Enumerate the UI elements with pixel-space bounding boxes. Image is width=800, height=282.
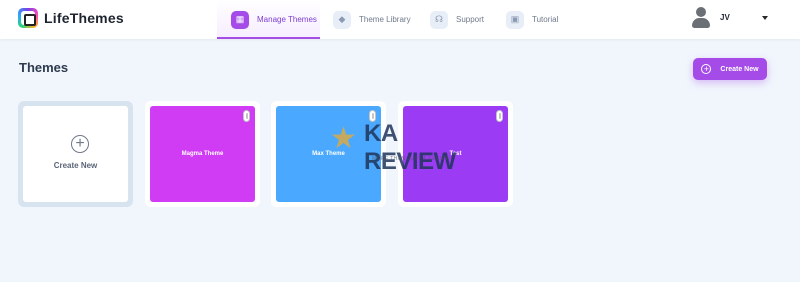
- theme-swatch: Test: [403, 106, 508, 202]
- user-menu[interactable]: JV: [690, 6, 730, 28]
- logo-icon: [18, 8, 38, 28]
- theme-swatch: Magma Theme: [150, 106, 255, 202]
- nav-tab-support[interactable]: ☊ Support: [430, 0, 484, 39]
- nav-label-tutorial: Tutorial: [532, 15, 559, 24]
- theme-toggle[interactable]: [369, 110, 376, 122]
- page-title: Themes: [19, 60, 69, 75]
- plus-circle-icon: +: [71, 135, 89, 153]
- theme-toggle[interactable]: [243, 110, 250, 122]
- nav-label-support: Support: [456, 15, 485, 24]
- layers-icon: ◆: [333, 10, 351, 29]
- theme-name: Test: [449, 151, 462, 157]
- nav-label-manage-themes: Manage Themes: [257, 15, 317, 24]
- plus-circle-icon: +: [701, 64, 712, 74]
- theme-toggle[interactable]: [496, 110, 503, 122]
- video-icon: ▣: [506, 10, 524, 29]
- create-new-card-label: Create New: [53, 161, 98, 170]
- nav-label-theme-library: Theme Library: [359, 15, 411, 24]
- layout-icon: ▦: [231, 10, 249, 29]
- app-name: LifeThemes: [44, 10, 124, 26]
- chevron-down-icon[interactable]: [762, 16, 768, 20]
- create-new-button-label: Create New: [720, 65, 759, 73]
- theme-card-test[interactable]: Test: [398, 101, 513, 207]
- nav-tab-manage-themes[interactable]: ▦ Manage Themes: [217, 0, 320, 39]
- avatar: [690, 6, 712, 28]
- nav-tab-tutorial[interactable]: ▣ Tutorial: [506, 0, 558, 39]
- create-new-button[interactable]: + Create New: [693, 58, 767, 80]
- theme-card-max[interactable]: Max Theme: [271, 101, 386, 207]
- create-new-card-body: + Create New: [23, 106, 128, 202]
- top-navigation-bar: LifeThemes ▦ Manage Themes ◆ Theme Libra…: [0, 0, 800, 39]
- nav-tab-theme-library[interactable]: ◆ Theme Library: [333, 0, 411, 39]
- theme-card-magma[interactable]: Magma Theme: [145, 101, 260, 207]
- app-logo[interactable]: LifeThemes: [18, 8, 124, 28]
- create-new-card[interactable]: + Create New: [18, 101, 133, 207]
- theme-name: Max Theme: [312, 151, 345, 157]
- theme-name: Magma Theme: [181, 151, 224, 157]
- theme-swatch: Max Theme: [276, 106, 381, 202]
- user-initials: JV: [720, 12, 730, 22]
- headset-icon: ☊: [430, 10, 448, 29]
